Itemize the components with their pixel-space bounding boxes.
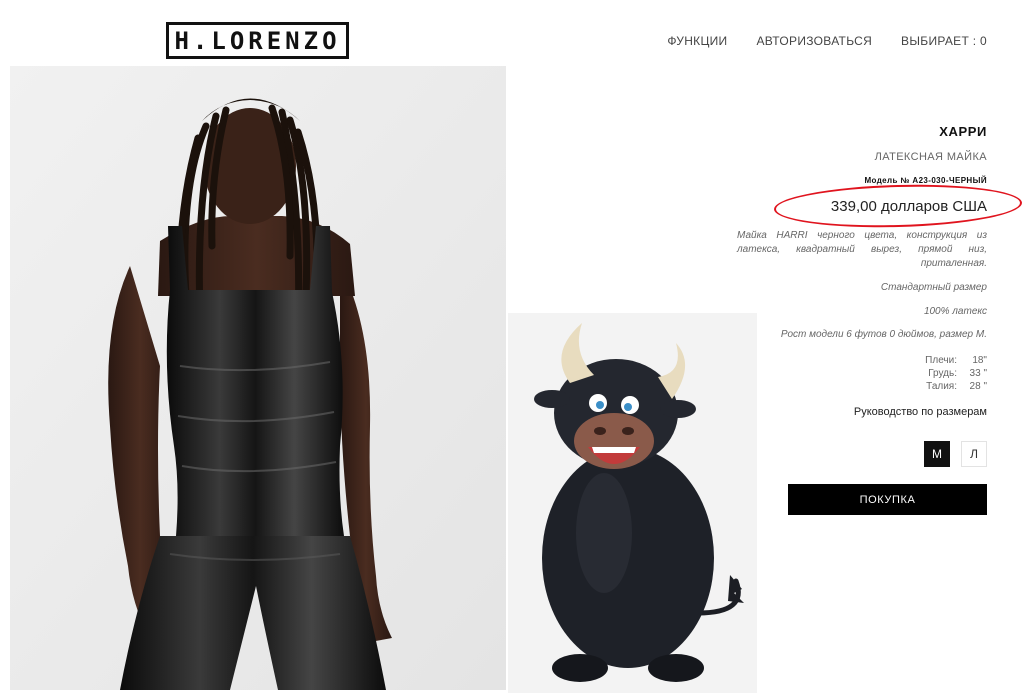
product-description: Майка HARRI черного цвета, конструкция и… bbox=[737, 230, 987, 269]
product-fit: Стандартный размер bbox=[880, 282, 987, 293]
product-material: 100% латекс bbox=[923, 306, 987, 317]
product-model-number: Модель № A23-030-ЧЕРНЫЙ bbox=[864, 176, 987, 185]
model-figure-illustration bbox=[10, 66, 506, 690]
nav-features-link[interactable]: ФУНКЦИИ bbox=[667, 34, 727, 48]
nav-login-link[interactable]: АВТОРИЗОВАТЬСЯ bbox=[756, 34, 872, 48]
measurement-row: Грудь: 33 " bbox=[925, 367, 987, 380]
product-photo-main[interactable] bbox=[10, 66, 506, 690]
measurement-label: Грудь: bbox=[928, 368, 957, 379]
measurement-label: Талия: bbox=[926, 381, 957, 392]
nav-cart-link[interactable]: ВЫБИРАЕТ : 0 bbox=[901, 34, 987, 48]
product-title: ХАРРИ bbox=[939, 124, 987, 139]
buy-button[interactable]: ПОКУПКА bbox=[788, 484, 987, 515]
measurement-value: 33 " bbox=[969, 368, 987, 379]
product-model-info: Рост модели 6 футов 0 дюймов, размер М. bbox=[780, 329, 987, 340]
product-page: H.LORENZO ФУНКЦИИ АВТОРИЗОВАТЬСЯ ВЫБИРАЕ… bbox=[0, 0, 1034, 698]
bull-illustration bbox=[508, 313, 757, 693]
measurement-value: 28 " bbox=[969, 381, 987, 392]
measurement-label: Плечи: bbox=[925, 355, 957, 366]
measurement-row: Талия: 28 " bbox=[925, 380, 987, 393]
size-option-m[interactable]: М bbox=[924, 441, 950, 467]
measurements-list: Плечи: 18" Грудь: 33 " Талия: 28 " bbox=[925, 354, 987, 393]
size-guide-link[interactable]: Руководство по размерам bbox=[854, 406, 987, 418]
brand-logo[interactable]: H.LORENZO bbox=[166, 22, 349, 59]
measurement-value: 18" bbox=[972, 355, 987, 366]
product-photo-secondary[interactable] bbox=[508, 313, 757, 693]
top-nav: ФУНКЦИИ АВТОРИЗОВАТЬСЯ ВЫБИРАЕТ : 0 bbox=[667, 34, 987, 48]
product-price: 339,00 долларов США bbox=[830, 198, 987, 215]
product-subtitle: ЛАТЕКСНАЯ МАЙКА bbox=[874, 151, 987, 163]
size-option-l[interactable]: Л bbox=[961, 441, 987, 467]
size-selector: М Л bbox=[924, 441, 987, 467]
measurement-row: Плечи: 18" bbox=[925, 354, 987, 367]
